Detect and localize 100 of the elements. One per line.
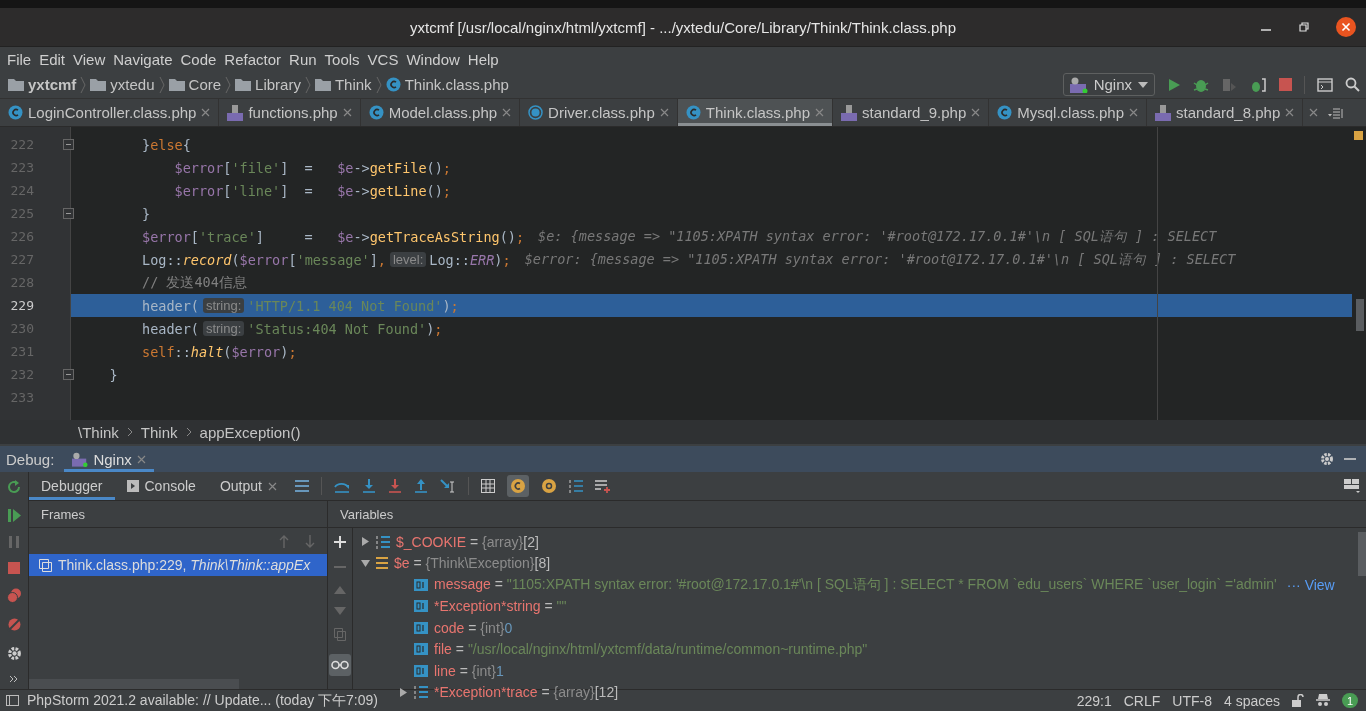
down-arrow-icon[interactable] [305,534,315,548]
menu-item[interactable]: Navigate [109,50,177,68]
stack-frame[interactable]: Think.class.php:229, Think\Think::appEx [29,554,327,576]
variable-value[interactable]: *Exception*trace = {array}[12] [434,684,619,701]
force-step-into-icon[interactable] [387,479,402,493]
breadcrumb-item[interactable]: yxtedu [90,76,155,93]
file-tab[interactable]: Model.class.php [360,99,521,126]
debug-tab[interactable]: Output [207,472,289,500]
breadcrumb-item[interactable]: Library [235,76,301,93]
chevron-icon [225,75,232,94]
close-icon[interactable] [1336,17,1356,37]
debug-tab[interactable]: Console [114,472,208,500]
list-icon[interactable] [294,480,309,492]
debug-tab[interactable]: Debugger [29,472,115,500]
settings-icon[interactable] [1320,452,1334,466]
expand-arrow-icon[interactable] [399,687,408,697]
breadcrumb-item[interactable]: \Think [78,423,119,441]
fold-marker-icon[interactable] [63,369,74,380]
more-icon[interactable] [9,675,19,683]
search-icon[interactable] [1345,77,1360,92]
calculator-icon[interactable] [480,479,495,493]
run-icon[interactable] [1167,77,1181,92]
code-text: header( [141,320,199,337]
expand-arrow-icon[interactable] [361,558,370,568]
step-out-icon[interactable] [413,479,428,493]
notification-badge[interactable]: 1 [1342,693,1358,708]
rerun-icon[interactable] [6,480,22,495]
menu-item[interactable]: Tools [320,50,364,68]
variable-value[interactable]: *Exception*string = "" [434,598,567,615]
glasses-icon[interactable] [329,654,351,676]
breadcrumb-item[interactable]: appException() [199,423,301,441]
coverage-icon[interactable] [1221,76,1237,93]
file-tab[interactable]: LoginController.class.php [0,99,220,126]
expand-arrow-icon[interactable] [361,537,370,547]
breadcrumb-item[interactable]: Think [314,76,372,93]
lock-icon[interactable] [1292,694,1304,707]
terminal-icon[interactable] [1317,77,1333,92]
copy-icon[interactable] [334,628,346,641]
down-triangle-icon[interactable] [334,607,346,615]
settings-icon[interactable] [6,646,22,661]
panel-toggle-icon[interactable] [6,695,19,706]
restore-icon[interactable] [1298,21,1310,33]
debug-session-tab[interactable]: Nginx [64,446,154,472]
tab-list-icon[interactable] [1328,106,1345,119]
file-tab[interactable]: Mysql.class.php [989,99,1147,126]
view-link[interactable]: ··· View [1286,576,1335,593]
menu-item[interactable]: Run [285,50,321,68]
status-message[interactable]: PhpStorm 2021.2 available: // Update... (today 下午7:09) [27,691,378,710]
variable-value[interactable]: file = "/usr/local/nginx/html/yxtcmf/data/runtime/common~runtime.php" [434,641,868,658]
breadcrumb-item[interactable]: Core [168,76,222,93]
menu-item[interactable]: File [3,50,36,68]
listen-debug-icon[interactable] [1249,76,1267,93]
scrollbar-thumb[interactable] [1356,299,1364,331]
constants-toggle-icon[interactable] [506,475,529,497]
scrollbar-thumb[interactable] [1358,532,1366,576]
resume-icon[interactable] [7,509,21,522]
pause-icon[interactable] [9,536,19,548]
up-triangle-icon[interactable] [334,586,346,594]
indent-setting[interactable]: 4 spaces [1223,692,1280,709]
code-text: -> [353,159,370,176]
at-sign-icon[interactable] [540,478,557,494]
run-to-cursor-icon[interactable] [439,479,456,493]
inspector-icon[interactable] [1316,693,1330,708]
scrollbar-thumb[interactable] [29,679,239,689]
string-literal: 'Status:404 Not Found' [247,320,427,337]
layout-icon[interactable] [1344,479,1360,493]
file-tab[interactable]: standard_8.php [1147,99,1304,126]
file-tab[interactable]: standard_9.php [833,99,990,126]
line-separator[interactable]: CRLF [1123,692,1161,709]
menu-item[interactable]: Code [176,50,221,68]
breadcrumb-item[interactable]: yxtcmf [8,76,77,93]
menu-item[interactable]: Help [463,50,503,68]
string-literal: 'file' [231,159,281,176]
file-tab[interactable]: functions.php [219,99,361,126]
breadcrumb-item[interactable]: Think.class.php [385,76,509,93]
file-tab[interactable]: Think.class.php [677,99,833,126]
numbered-list-icon[interactable] [568,479,583,493]
menu-item[interactable]: Window [402,50,464,68]
menu-item[interactable]: Refactor [220,50,286,68]
add-list-icon[interactable] [594,479,611,493]
breakpoints-icon[interactable] [6,588,22,603]
caret-position[interactable]: 229:1 [1076,692,1112,709]
variable-value[interactable]: $_COOKIE = {array}[2] [396,533,539,550]
step-into-icon[interactable] [361,479,376,493]
variable-value[interactable]: $e = {Think\Exception}[8] [394,555,551,572]
menu-item[interactable]: View [69,50,110,68]
plus-icon[interactable] [334,536,346,548]
variable-value[interactable]: message = "1105:XPATH syntax error: '#root@172.17.0.1#'\n [ SQL语句 ] : SELECT * FROM `edu_users` WHERE `user_login` ='admin' [434,575,1277,594]
fold-marker-icon[interactable] [63,139,74,150]
menu-item[interactable]: VCS [363,50,403,68]
variable-value[interactable]: line = {int}1 [434,662,504,679]
variable-value[interactable]: code = {int}0 [434,619,513,636]
run-config-dropdown[interactable]: Nginx [1062,73,1155,96]
file-encoding[interactable]: UTF-8 [1172,692,1212,709]
up-arrow-icon[interactable] [279,534,289,548]
file-tab[interactable]: Driver.class.php [520,99,678,126]
menu-item[interactable]: Edit [35,50,70,68]
breadcrumb-item[interactable]: Think [140,423,178,441]
fold-marker-icon[interactable] [63,208,74,219]
mute-breakpoints-icon[interactable] [6,617,22,632]
